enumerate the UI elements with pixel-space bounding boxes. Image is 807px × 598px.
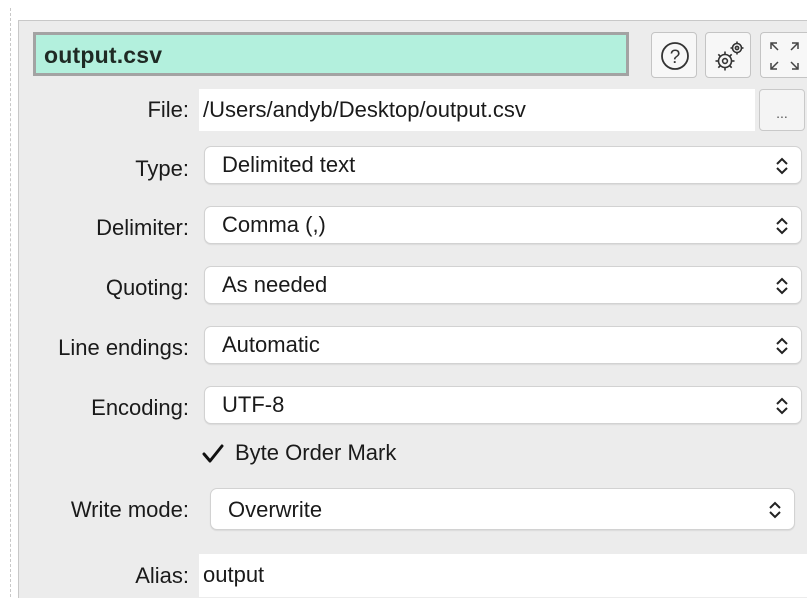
canvas-dashed-border [10,8,11,597]
encoding-select[interactable]: UTF-8 [204,386,802,424]
expand-button[interactable] [760,32,807,78]
encoding-select-value: UTF-8 [222,392,285,417]
encoding-label: Encoding: [91,395,189,420]
type-label: Type: [135,156,189,181]
browse-button[interactable]: ... [759,89,805,131]
chevron-updown-icon [776,397,788,415]
node-name-field[interactable]: output.csv [33,32,629,76]
chevron-updown-icon [776,217,788,235]
delimiter-label: Delimiter: [96,215,189,240]
delimiter-select-value: Comma (,) [222,212,326,237]
svg-text:?: ? [670,47,681,68]
type-select-value: Delimited text [222,152,356,177]
file-label: File: [147,97,189,122]
quoting-label: Quoting: [105,275,189,300]
line-endings-label: Line endings: [58,335,189,360]
write-mode-select[interactable]: Overwrite [210,488,795,530]
chevron-updown-icon [776,157,788,175]
gears-icon [715,41,744,71]
type-select[interactable]: Delimited text [204,146,802,184]
line-endings-select[interactable]: Automatic [204,326,802,364]
bom-checkbox-label: Byte Order Mark [235,440,397,465]
line-endings-select-value: Automatic [222,332,320,357]
node-name-text: output.csv [44,42,163,68]
chevron-updown-icon [776,337,788,355]
write-mode-label: Write mode: [70,497,189,522]
top-border-strip [0,0,807,12]
delimiter-select[interactable]: Comma (,) [204,206,802,244]
chevron-updown-icon [769,501,781,519]
quoting-select-value: As needed [222,272,328,297]
chevron-updown-icon [776,277,788,295]
alias-field[interactable]: output [199,554,807,597]
checkmark-icon[interactable] [201,442,225,466]
write-mode-select-value: Overwrite [228,497,323,522]
file-path-field[interactable]: /Users/andyb/Desktop/output.csv [199,89,755,131]
alias-label: Alias: [135,563,189,588]
help-button[interactable]: ? [651,32,697,78]
help-circle-icon: ? [661,42,689,70]
settings-button[interactable] [705,32,751,78]
expand-arrows-icon [770,42,799,70]
quoting-select[interactable]: As needed [204,266,802,304]
